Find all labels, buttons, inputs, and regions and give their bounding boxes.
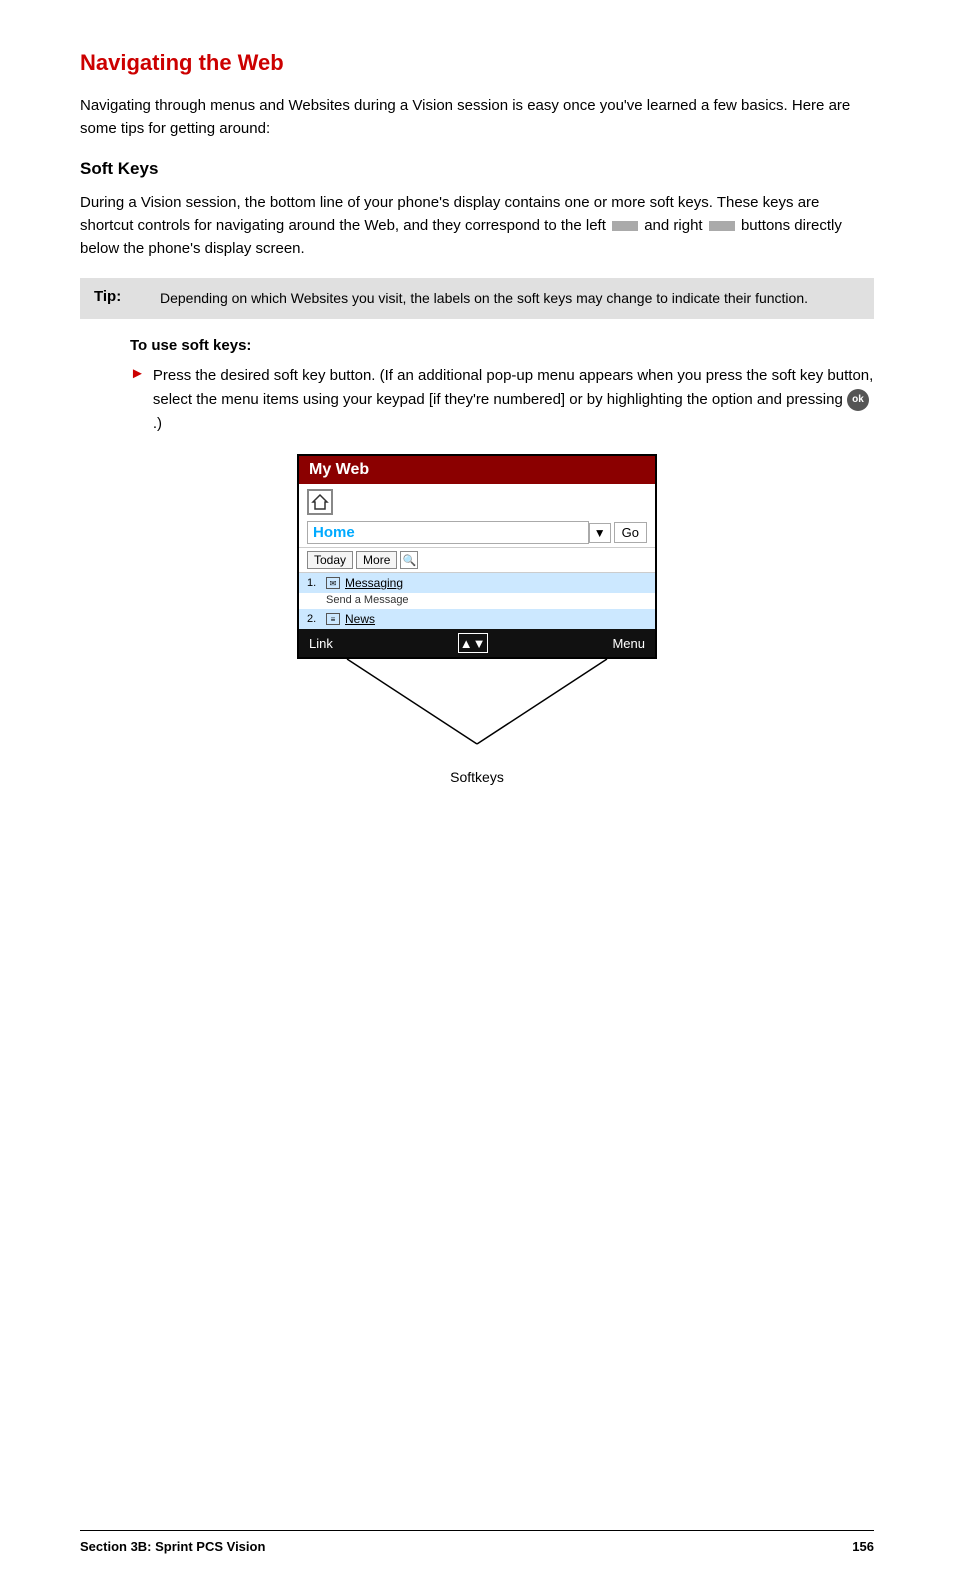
phone-title-bar: My Web <box>299 456 655 484</box>
dropdown-arrow-icon: ▼ <box>589 523 611 543</box>
bottom-center-icon: ▲▼ <box>458 633 488 653</box>
phone-list-item-messaging: 1. ✉ Messaging <box>299 573 655 593</box>
to-use-label: To use soft keys: <box>130 337 874 354</box>
bullet-text: Press the desired soft key button. (If a… <box>153 364 874 436</box>
bottom-left-label: Link <box>309 636 333 651</box>
phone-diagram: My Web Home ▼ Go Today More 🔍 1. ✉ Messa… <box>80 454 874 785</box>
ok-button-icon: ok <box>847 389 869 411</box>
phone-home-icon-row <box>299 484 655 518</box>
search-icon: 🔍 <box>400 551 418 569</box>
address-input: Home <box>307 521 589 544</box>
softkeys-heading: Soft Keys <box>80 159 874 179</box>
item1-sublabel: Send a Message <box>299 593 655 609</box>
go-button: Go <box>614 522 647 543</box>
footer-left-text: Section 3B: Sprint PCS Vision <box>80 1539 265 1554</box>
softkeys-caption: Softkeys <box>450 769 504 785</box>
bottom-right-label: Menu <box>612 636 645 651</box>
tip-content: Depending on which Websites you visit, t… <box>160 288 808 309</box>
tip-box: Tip: Depending on which Websites you vis… <box>80 278 874 319</box>
tab-more: More <box>356 551 397 569</box>
bullet-arrow-icon: ► <box>130 366 145 383</box>
phone-list-item-news: 2. ≡ News <box>299 609 655 629</box>
messaging-icon: ✉ <box>326 577 340 589</box>
left-softkey-icon <box>612 221 638 231</box>
intro-text: Navigating through menus and Websites du… <box>80 94 874 141</box>
page-footer: Section 3B: Sprint PCS Vision 156 <box>80 1530 874 1554</box>
phone-address-row: Home ▼ Go <box>299 518 655 548</box>
item1-label: Messaging <box>345 576 403 590</box>
tip-label: Tip: <box>94 288 146 309</box>
phone-bottom-bar: Link ▲▼ Menu <box>299 629 655 657</box>
phone-screen: My Web Home ▼ Go Today More 🔍 1. ✉ Messa… <box>297 454 657 659</box>
item2-label: News <box>345 612 375 626</box>
softkeys-diagram <box>297 659 657 769</box>
phone-tabs-row: Today More 🔍 <box>299 548 655 573</box>
home-icon <box>307 489 333 515</box>
page-title: Navigating the Web <box>80 50 874 76</box>
tab-today: Today <box>307 551 353 569</box>
softkeys-body: During a Vision session, the bottom line… <box>80 191 874 261</box>
item1-number: 1. <box>307 577 321 589</box>
item2-number: 2. <box>307 613 321 625</box>
news-icon: ≡ <box>326 613 340 625</box>
bullet-item: ► Press the desired soft key button. (If… <box>130 364 874 436</box>
right-softkey-icon <box>709 221 735 231</box>
footer-right-text: 156 <box>852 1539 874 1554</box>
